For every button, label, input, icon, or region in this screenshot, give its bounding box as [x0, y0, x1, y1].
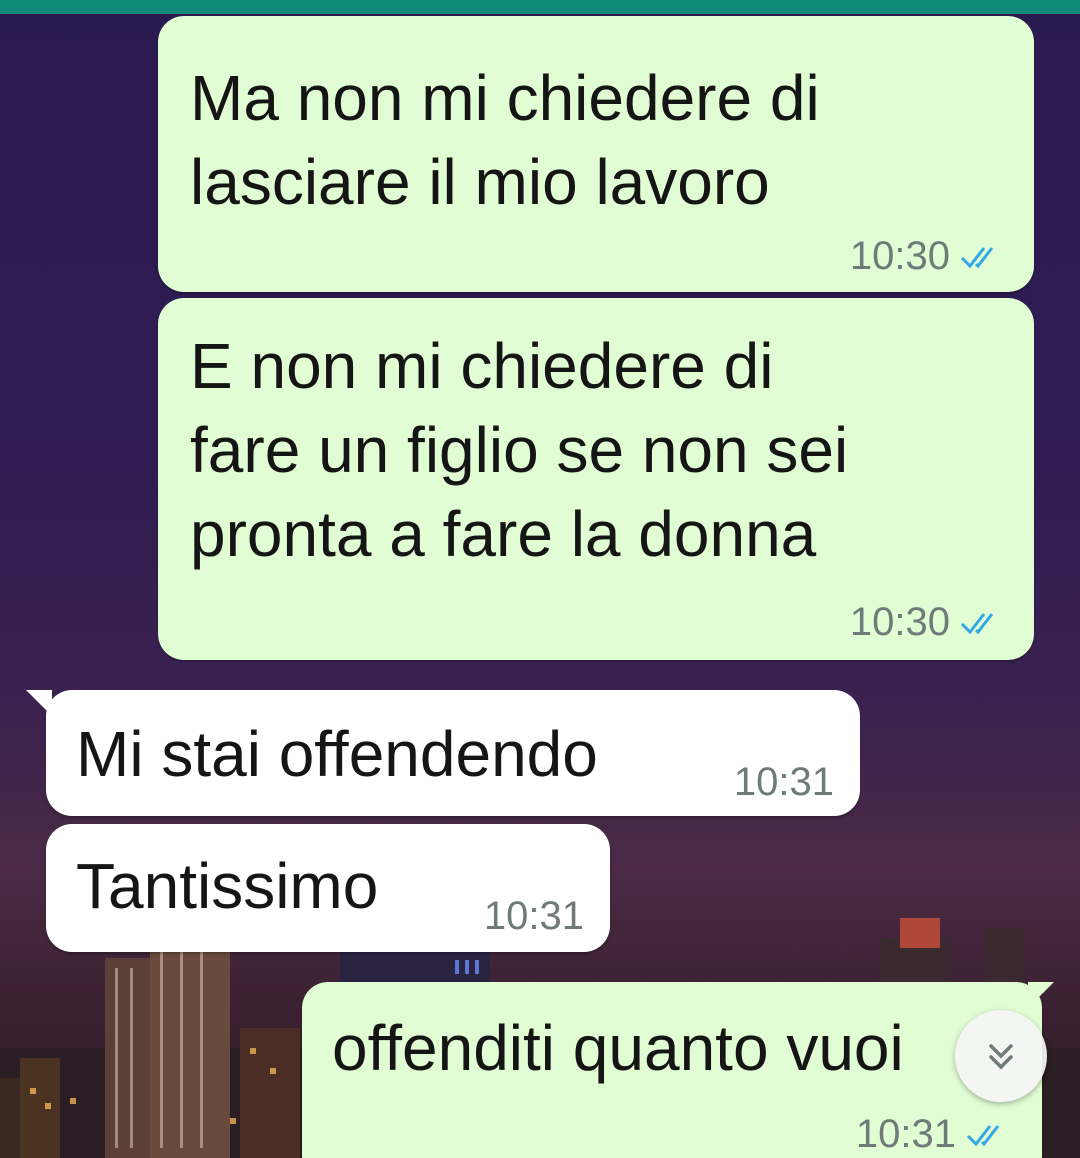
message-bubble-outgoing[interactable]: Ma non mi chiedere di lasciare il mio la…: [158, 16, 1034, 292]
message-time: 10:31: [733, 760, 834, 804]
message-meta: 10:30: [850, 600, 1006, 645]
message-time: 10:30: [849, 234, 950, 278]
message-meta: 10:30: [850, 234, 1006, 279]
double-check-icon: [966, 1124, 1000, 1146]
message-bubble-outgoing[interactable]: E non mi chiedere di fare un figlio se n…: [158, 298, 1034, 660]
scroll-to-bottom-button[interactable]: [955, 1010, 1047, 1102]
message-meta: 10:31: [484, 894, 584, 939]
message-time: 10:30: [849, 600, 950, 644]
message-meta: 10:31: [856, 1112, 1012, 1157]
message-time: 10:31: [483, 894, 584, 938]
message-bubble-outgoing[interactable]: offenditi quanto vuoi 10:31: [302, 982, 1042, 1158]
message-time: 10:31: [855, 1112, 956, 1156]
message-bubble-incoming[interactable]: Mi stai offendendo 10:31: [46, 690, 860, 816]
message-bubble-incoming[interactable]: Tantissimo 10:31: [46, 824, 610, 952]
message-text: Tantissimo: [76, 850, 379, 922]
double-check-icon: [960, 612, 994, 634]
message-text: E non mi chiedere di fare un figlio se n…: [190, 330, 849, 570]
message-text: Ma non mi chiedere di lasciare il mio la…: [190, 62, 820, 218]
message-text: Mi stai offendendo: [76, 718, 598, 790]
message-meta: 10:31: [734, 760, 834, 805]
app-header-strip: [0, 0, 1080, 14]
double-chevron-down-icon: [989, 1044, 1013, 1070]
double-check-icon: [960, 246, 994, 268]
message-text: offenditi quanto vuoi: [332, 1012, 904, 1084]
